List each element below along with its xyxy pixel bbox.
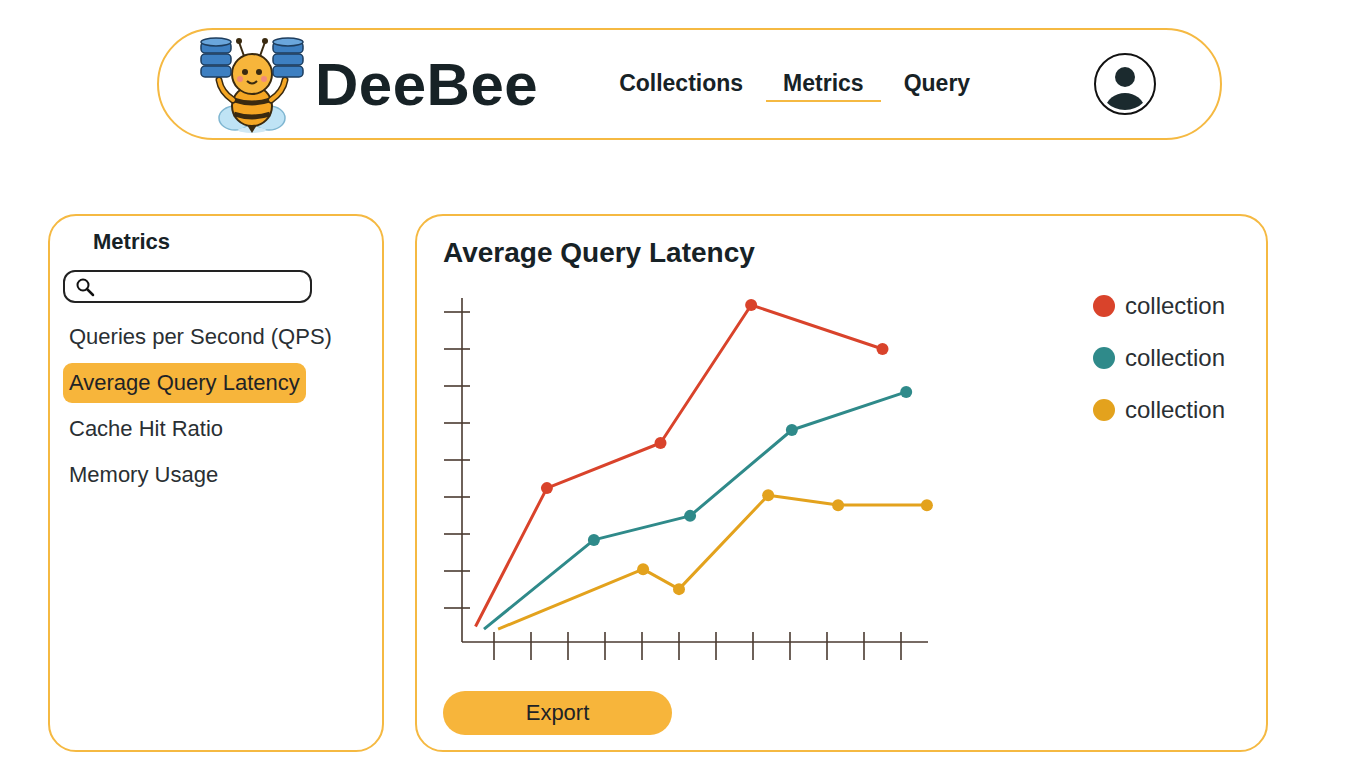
brand[interactable]: DeeBee <box>197 34 538 134</box>
y-axis <box>444 298 470 642</box>
bee-logo-icon <box>197 34 307 134</box>
data-point[interactable] <box>745 299 757 311</box>
sidebar-item[interactable]: Queries per Second (QPS) <box>63 317 338 357</box>
sidebar-item[interactable]: Average Query Latency <box>63 363 306 403</box>
nav-item[interactable]: Metrics <box>766 66 881 102</box>
data-point[interactable] <box>786 424 798 436</box>
content: Metrics Queries per Second (QPS) Average Q… <box>0 214 1366 752</box>
actions: Export <box>443 691 1240 735</box>
metrics-sidebar: Metrics Queries per Second (QPS) Average Q… <box>48 214 384 752</box>
top-bar: DeeBee CollectionsMetricsQuery <box>157 28 1222 140</box>
legend-dot <box>1093 399 1115 421</box>
metric-list: Queries per Second (QPS) Average Query La… <box>63 317 370 495</box>
data-point[interactable] <box>921 499 933 511</box>
sidebar-item[interactable]: Memory Usage <box>63 455 224 495</box>
chart-row: collection collection collection <box>443 295 1240 665</box>
nav-item[interactable]: Collections <box>602 66 760 102</box>
page: DeeBeeCollectionsMetricsQueryMetricsQuer… <box>0 0 1366 768</box>
series-line <box>484 392 906 629</box>
legend-item[interactable]: collection <box>1093 292 1225 320</box>
data-point[interactable] <box>877 343 889 355</box>
legend-label: collection <box>1125 396 1225 424</box>
nav-item[interactable]: Query <box>887 66 987 102</box>
chart-series <box>498 489 933 629</box>
search-icon <box>75 277 95 297</box>
series-line <box>498 495 927 629</box>
search-field[interactable] <box>63 270 312 303</box>
legend-label: collection <box>1125 344 1225 372</box>
legend-item[interactable]: collection <box>1093 396 1225 424</box>
data-point[interactable] <box>762 489 774 501</box>
legend-item[interactable]: collection <box>1093 344 1225 372</box>
series-line <box>476 305 883 627</box>
chart-series <box>476 299 889 627</box>
profile-button[interactable] <box>1094 53 1156 115</box>
chart-legend: collection collection collection <box>1093 292 1225 424</box>
data-point[interactable] <box>900 386 912 398</box>
sidebar-title: Metrics <box>93 228 370 256</box>
main-nav: CollectionsMetricsQuery <box>602 66 987 102</box>
brand-name: DeeBee <box>315 50 538 119</box>
data-point[interactable] <box>655 437 667 449</box>
legend-dot <box>1093 347 1115 369</box>
data-point[interactable] <box>673 583 685 595</box>
sidebar-item[interactable]: Cache Hit Ratio <box>63 409 229 449</box>
chart-panel: Average Query Latencycollectioncollectio… <box>415 214 1268 752</box>
data-point[interactable] <box>541 482 553 494</box>
line-chart <box>443 295 943 665</box>
legend-dot <box>1093 295 1115 317</box>
data-point[interactable] <box>637 563 649 575</box>
chart-series <box>484 386 912 629</box>
export-button[interactable]: Export <box>443 691 672 735</box>
data-point[interactable] <box>684 510 696 522</box>
legend-label: collection <box>1125 292 1225 320</box>
chart-title: Average Query Latency <box>443 236 1240 270</box>
search-input[interactable] <box>101 277 302 297</box>
user-icon <box>1097 56 1153 112</box>
x-axis <box>462 632 928 660</box>
data-point[interactable] <box>832 499 844 511</box>
data-point[interactable] <box>588 534 600 546</box>
